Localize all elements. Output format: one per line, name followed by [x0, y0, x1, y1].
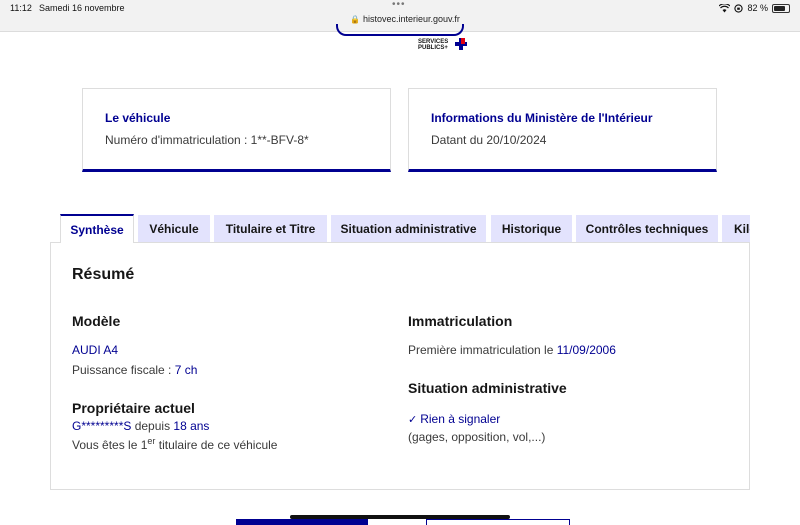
tab-vehicule[interactable]: Véhicule	[138, 215, 210, 243]
ministry-date: Datant du 20/10/2024	[431, 133, 547, 147]
first-registration-date: 11/09/2006	[556, 343, 616, 357]
check-icon: ✓	[408, 414, 418, 426]
wifi-icon	[719, 3, 731, 12]
more-options-icon[interactable]: •••	[392, 0, 406, 10]
model-heading: Modèle	[72, 313, 121, 329]
home-indicator[interactable]	[290, 515, 510, 519]
address-url: histovec.interieur.gouv.fr	[362, 14, 460, 24]
services-publics-logo[interactable]: SERVICES PUBLICS+	[418, 39, 448, 51]
primary-action-button[interactable]	[236, 519, 368, 525]
admin-status: ✓ Rien à signaler	[408, 412, 500, 426]
battery-fill	[774, 5, 786, 11]
battery-percent: 82 %	[747, 3, 768, 13]
owner-since-label: depuis	[131, 419, 174, 433]
admin-details: (gages, opposition, vol,...)	[408, 430, 546, 444]
model-name: AUDI A4	[72, 343, 119, 357]
owner-name: G*********S	[72, 419, 132, 433]
first-registration: Première immatriculation le 11/09/2006	[408, 343, 616, 357]
admin-heading: Situation administrative	[408, 380, 567, 396]
registration-number: Numéro d'immatriculation : 1**-BFV-8*	[105, 133, 309, 147]
owner-heading: Propriétaire actuel	[72, 400, 195, 416]
services-publics-cross-icon	[455, 38, 467, 50]
owner-line: G*********S depuis 18 ans	[72, 419, 209, 433]
status-time: 11:12	[10, 3, 32, 13]
header-button[interactable]	[336, 24, 464, 36]
orientation-lock-icon	[734, 3, 744, 13]
fiscal-power-value: 7 ch	[174, 363, 198, 377]
address-bar[interactable]: 🔒 histovec.interieur.gouv.fr	[350, 14, 460, 24]
status-right: 82 %	[719, 3, 790, 13]
tab-kilometrage[interactable]: Kilo	[722, 215, 750, 243]
owner-rank-prefix: Vous êtes le 1	[72, 438, 148, 452]
fiscal-power: Puissance fiscale : 7 ch	[72, 363, 197, 377]
ministry-card-title: Informations du Ministère de l'Intérieur	[431, 111, 653, 125]
tab-synthese[interactable]: Synthèse	[60, 214, 134, 243]
admin-status-text: Rien à signaler	[420, 412, 501, 426]
tab-historique[interactable]: Historique	[491, 215, 572, 243]
owner-rank-suffix: titulaire de ce véhicule	[155, 438, 278, 452]
fiscal-power-label: Puissance fiscale :	[72, 363, 175, 377]
status-date: Samedi 16 novembre	[39, 3, 125, 13]
summary-title: Résumé	[72, 266, 135, 283]
ministry-card: Informations du Ministère de l'Intérieur…	[408, 88, 717, 172]
tab-titulaire[interactable]: Titulaire et Titre	[214, 215, 327, 243]
vehicle-card-title: Le véhicule	[105, 111, 171, 125]
battery-icon	[772, 3, 790, 13]
vehicle-card: Le véhicule Numéro d'immatriculation : 1…	[82, 88, 391, 172]
lock-icon: 🔒	[350, 15, 360, 24]
owner-since-value: 18 ans	[173, 419, 210, 433]
tab-controles-techniques[interactable]: Contrôles techniques	[576, 215, 718, 243]
logo-line2: PUBLICS+	[418, 45, 448, 51]
first-registration-label: Première immatriculation le	[408, 343, 557, 357]
secondary-action-button[interactable]	[426, 519, 570, 525]
owner-rank: Vous êtes le 1er titulaire de ce véhicul…	[72, 436, 277, 452]
tab-situation-administrative[interactable]: Situation administrative	[331, 215, 486, 243]
registration-heading: Immatriculation	[408, 313, 513, 329]
report-tabs: Synthèse Véhicule Titulaire et Titre Sit…	[60, 214, 750, 243]
